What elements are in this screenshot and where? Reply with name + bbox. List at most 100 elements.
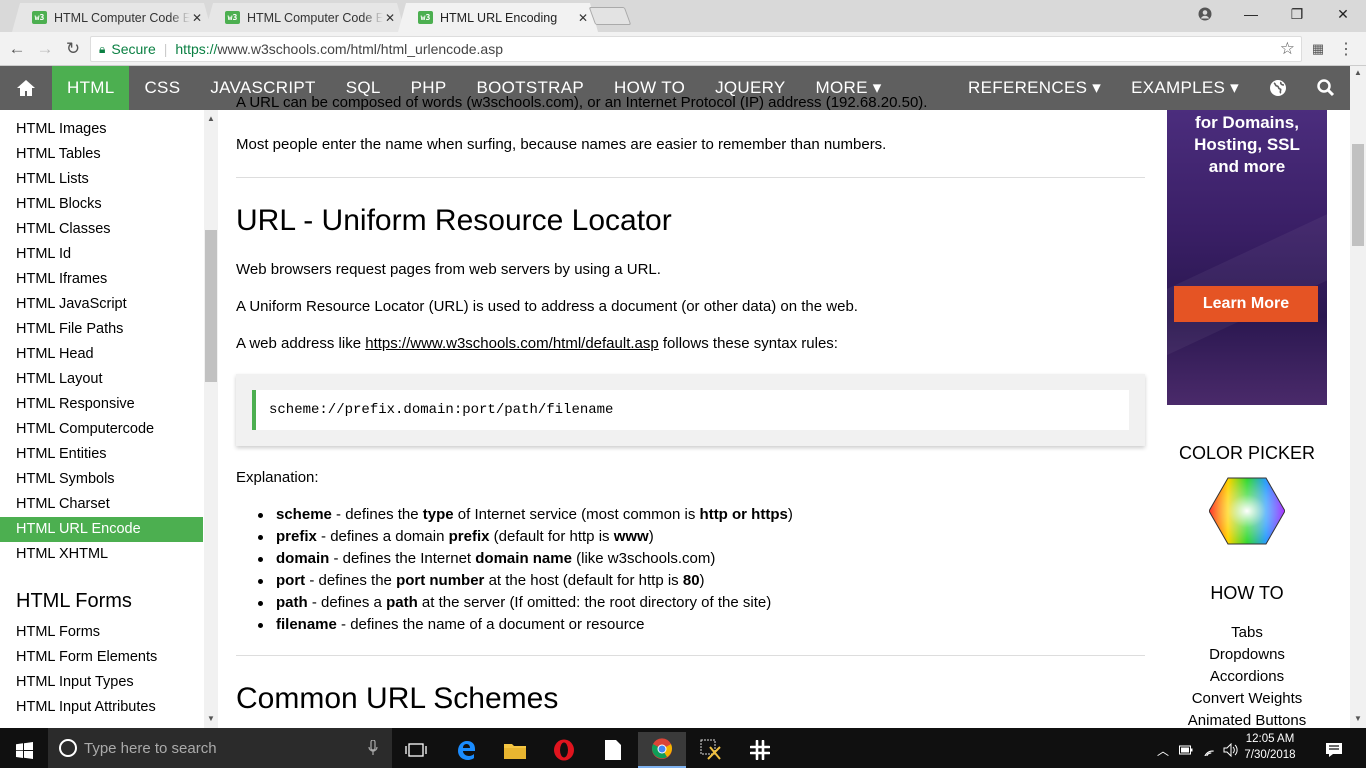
secure-label: Secure — [111, 41, 156, 57]
sidebar-item[interactable]: HTML Input Types — [0, 670, 203, 695]
w3schools-favicon-icon: w3 — [32, 11, 47, 24]
browser-tab-active[interactable]: w3 HTML URL Encoding ✕ — [398, 3, 598, 32]
file-explorer-icon[interactable] — [491, 732, 539, 768]
globe-icon[interactable] — [1254, 66, 1302, 110]
example-url-link[interactable]: https://www.w3schools.com/html/default.a… — [365, 335, 658, 352]
tab-close-icon[interactable]: ✕ — [190, 11, 204, 25]
sidebar-scroll-thumb[interactable] — [205, 230, 217, 382]
search-placeholder: Type here to search — [84, 739, 217, 757]
w3schools-favicon-icon: w3 — [225, 11, 240, 24]
edge-browser-icon[interactable] — [442, 732, 490, 768]
sidebar-item[interactable]: HTML Blocks — [0, 192, 203, 217]
chevron-up-icon[interactable]: ︿ — [1150, 732, 1176, 768]
advertisement[interactable]: for Domains, Hosting, SSL and more Learn… — [1167, 110, 1327, 405]
tab-close-icon[interactable]: ✕ — [576, 11, 590, 25]
notifications-icon[interactable] — [1310, 732, 1358, 768]
color-picker-heading[interactable]: COLOR PICKER — [1167, 443, 1327, 464]
sidebar-item[interactable]: HTML Tables — [0, 142, 203, 167]
scroll-up-arrow-icon[interactable]: ▲ — [1351, 68, 1365, 77]
sidebar-item[interactable]: HTML Head — [0, 342, 203, 367]
howto-link[interactable]: Dropdowns — [1167, 646, 1327, 663]
nav-references[interactable]: REFERENCES ▾ — [953, 66, 1116, 110]
clock-time: 12:05 AM — [1245, 733, 1295, 745]
learn-more-button[interactable]: Learn More — [1174, 286, 1318, 322]
ad-text: for Domains, Hosting, SSL and more — [1167, 112, 1327, 178]
sidebar-item[interactable]: HTML XHTML — [0, 542, 203, 567]
notepad-icon[interactable] — [589, 732, 637, 768]
ad-line: and more — [1208, 157, 1286, 176]
sidebar-item[interactable]: HTML Entities — [0, 442, 203, 467]
home-icon[interactable] — [0, 66, 52, 110]
menu-kebab-icon[interactable]: ⋮ — [1334, 37, 1358, 61]
browser-tab-2[interactable]: w3 HTML Computer Code El ✕ — [205, 3, 405, 32]
cortana-circle-icon — [58, 738, 78, 758]
new-tab-button[interactable] — [588, 7, 632, 25]
sidebar-item[interactable]: HTML Forms — [0, 620, 203, 645]
howto-link[interactable]: Convert Weights — [1167, 690, 1327, 707]
sidebar-item[interactable]: HTML File Paths — [0, 317, 203, 342]
sidebar-item[interactable]: HTML Classes — [0, 217, 203, 242]
page-scrollbar[interactable]: ▲ ▼ — [1350, 66, 1366, 728]
profile-icon[interactable] — [1182, 0, 1228, 28]
opera-browser-icon[interactable] — [540, 732, 588, 768]
sidebar-item[interactable]: HTML Id — [0, 242, 203, 267]
reload-icon[interactable]: ↻ — [61, 37, 85, 61]
url-divider: | — [163, 41, 168, 57]
sidebar-item-active[interactable]: HTML URL Encode — [0, 517, 203, 542]
browser-tab-1[interactable]: w3 HTML Computer Code El ✕ — [12, 3, 212, 32]
close-window-button[interactable]: ✕ — [1320, 0, 1366, 28]
nav-html[interactable]: HTML — [52, 66, 130, 110]
sidebar-item[interactable]: HTML Images — [0, 117, 203, 142]
sidebar-item[interactable]: HTML Lists — [0, 167, 203, 192]
howto-link[interactable]: Tabs — [1167, 624, 1327, 641]
forward-arrow-icon[interactable]: → — [33, 37, 57, 61]
task-view-icon[interactable] — [392, 732, 440, 768]
windows-start-icon[interactable] — [0, 732, 48, 768]
search-icon[interactable] — [1302, 66, 1350, 110]
sidebar-item[interactable]: HTML Charset — [0, 492, 203, 517]
battery-icon[interactable] — [1176, 732, 1196, 768]
microphone-icon[interactable] — [368, 740, 378, 756]
explanation-list: scheme - defines the type of Internet se… — [258, 504, 793, 636]
nav-css[interactable]: CSS — [129, 66, 195, 110]
list-item: domain - defines the Internet domain nam… — [258, 548, 793, 570]
paragraph: A web address like https://www.w3schools… — [236, 335, 838, 352]
list-item: filename - defines the name of a documen… — [258, 614, 793, 636]
url-text: www.w3schools.com/html/html_urlencode.as… — [217, 41, 503, 57]
howto-link[interactable]: Accordions — [1167, 668, 1327, 685]
w3schools-favicon-icon: w3 — [418, 11, 433, 24]
sidebar-item[interactable]: HTML Responsive — [0, 392, 203, 417]
paragraph: Web browsers request pages from web serv… — [236, 261, 661, 278]
minimize-button[interactable]: — — [1228, 0, 1274, 28]
scroll-down-arrow-icon[interactable]: ▼ — [1351, 714, 1365, 723]
sidebar-item[interactable]: HTML JavaScript — [0, 292, 203, 317]
extension-icon[interactable]: ▦ — [1306, 37, 1330, 61]
lock-icon: 🔒︎ — [99, 41, 106, 56]
snipping-tool-icon[interactable] — [687, 732, 735, 768]
sidebar-item[interactable]: HTML Symbols — [0, 467, 203, 492]
url-bar[interactable]: 🔒︎ Secure | https:// www.w3schools.com/h… — [90, 36, 1302, 62]
scroll-down-arrow-icon[interactable]: ▼ — [204, 714, 218, 723]
sidebar-item[interactable]: HTML Form Elements — [0, 645, 203, 670]
scroll-up-arrow-icon[interactable]: ▲ — [204, 114, 218, 123]
nav-examples[interactable]: EXAMPLES ▾ — [1116, 66, 1254, 110]
sidebar-item[interactable]: HTML Input Attributes — [0, 695, 203, 720]
tab-close-icon[interactable]: ✕ — [383, 11, 397, 25]
taskbar-search-box[interactable]: Type here to search — [48, 728, 392, 768]
howto-link[interactable]: Animated Buttons — [1167, 712, 1327, 729]
maximize-button[interactable]: ❐ — [1274, 0, 1320, 28]
sidebar-scrollbar[interactable]: ▲ ▼ — [204, 110, 218, 728]
slack-icon[interactable] — [736, 732, 784, 768]
page-scroll-thumb[interactable] — [1352, 144, 1364, 246]
taskbar-clock[interactable]: 12:05 AM 7/30/2018 — [1240, 731, 1300, 763]
sidebar-item[interactable]: HTML Computercode — [0, 417, 203, 442]
wifi-icon[interactable] — [1198, 732, 1220, 768]
volume-icon[interactable] — [1220, 732, 1242, 768]
sidebar-item[interactable]: HTML Layout — [0, 367, 203, 392]
chrome-browser-icon[interactable] — [638, 732, 686, 768]
back-arrow-icon[interactable]: ← — [5, 37, 29, 61]
sidebar-item[interactable]: HTML Iframes — [0, 267, 203, 292]
right-sidebar: COLOR PICKER HOW TO Tabs Dropdowns Accor… — [1167, 405, 1327, 729]
color-picker-icon[interactable] — [1208, 477, 1286, 545]
bookmark-star-icon[interactable]: ☆ — [1280, 39, 1295, 59]
